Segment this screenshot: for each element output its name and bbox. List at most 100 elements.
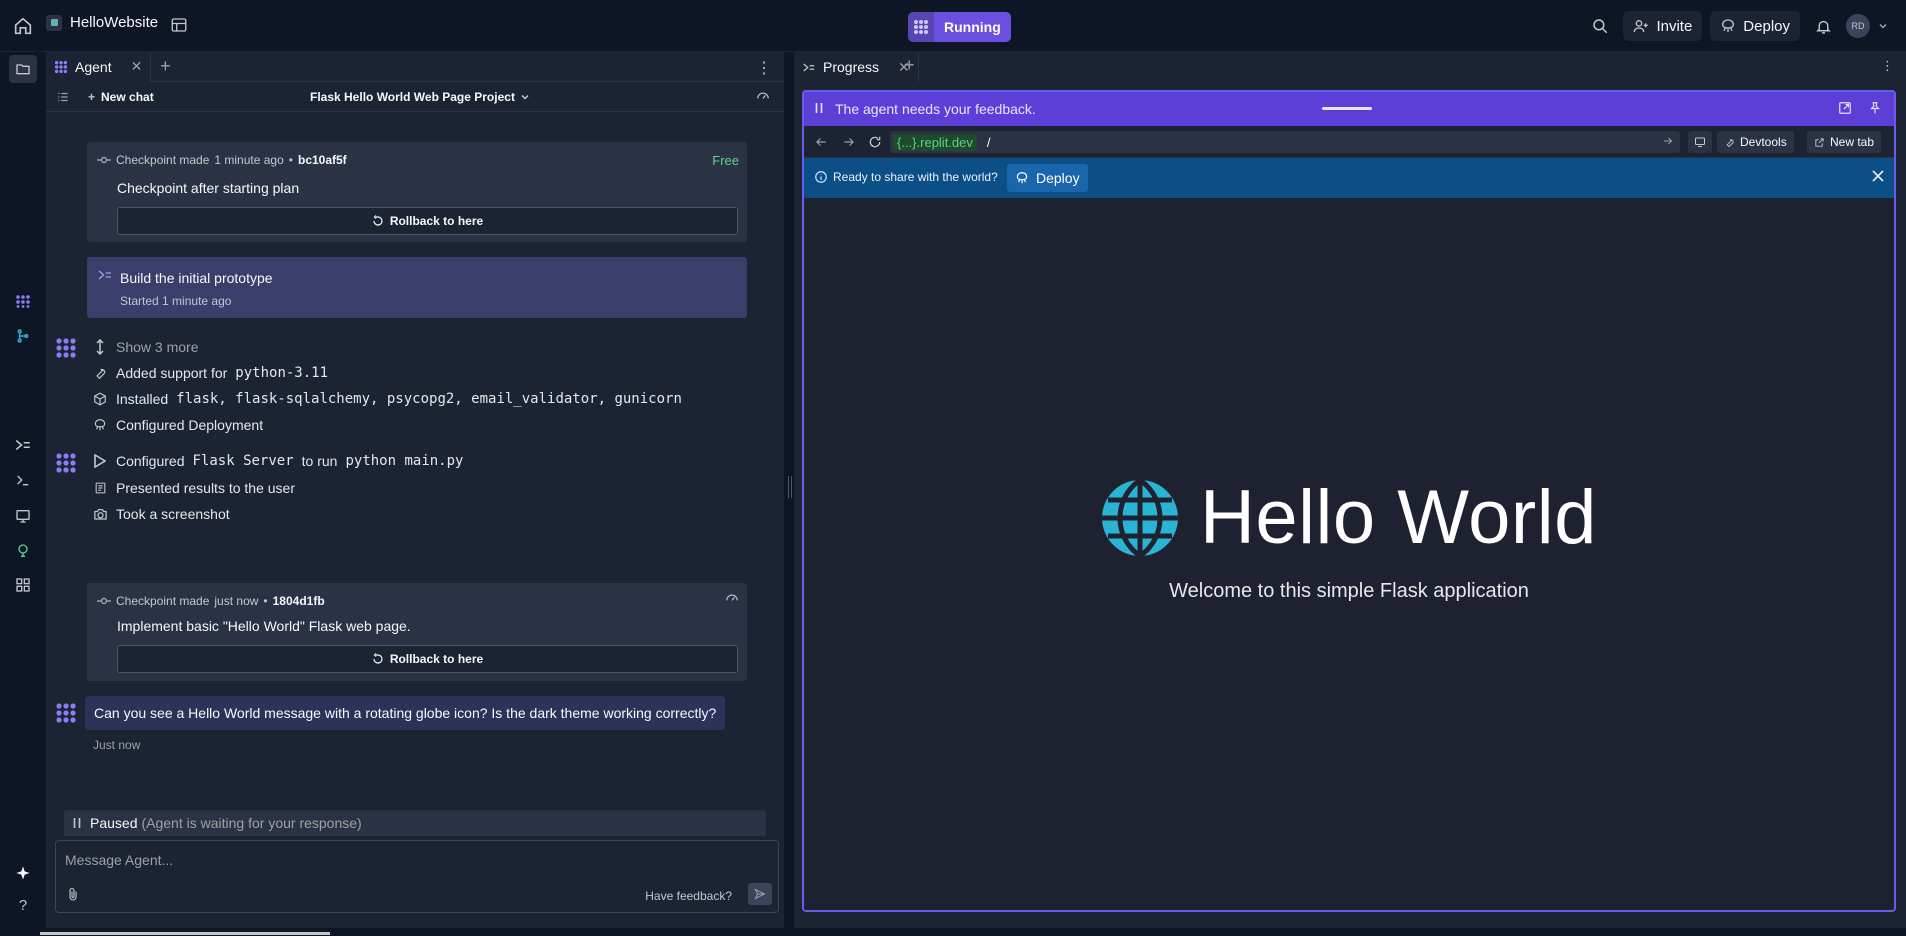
banner-deploy-label: Deploy: [1036, 170, 1080, 186]
devtools-button[interactable]: Devtools: [1717, 131, 1794, 153]
action-text: Took a screenshot: [116, 506, 230, 522]
share-text: Ready to share with the world?: [833, 170, 998, 184]
tab-agent[interactable]: Agent ✕: [46, 51, 152, 82]
git-icon[interactable]: [12, 325, 34, 347]
chat-bar: + New chat Flask Hello World Web Page Pr…: [46, 82, 784, 112]
new-chat-button[interactable]: + New chat: [88, 90, 154, 104]
home-icon[interactable]: [12, 15, 34, 37]
webview-icon[interactable]: [12, 505, 34, 527]
sparkle-icon[interactable]: [12, 862, 34, 884]
search-icon[interactable]: [1585, 11, 1615, 41]
add-tab-icon[interactable]: +: [904, 55, 915, 76]
new-tab-label: New tab: [1830, 135, 1875, 149]
globe-icon: [1102, 479, 1178, 556]
tab-progress-label: Progress: [823, 59, 880, 75]
url-path: /: [986, 134, 991, 150]
deploy-button[interactable]: Deploy: [1710, 11, 1800, 41]
plus-icon: +: [88, 90, 96, 104]
refresh-icon[interactable]: [868, 135, 882, 149]
rollback-label: Rollback to here: [389, 214, 484, 228]
send-button[interactable]: [748, 883, 772, 905]
action-code: python-3.11: [235, 365, 329, 381]
new-tab-button[interactable]: New tab: [1807, 131, 1882, 153]
checkpoint-header: Checkpoint made 1 minute ago • bc10af5f: [97, 153, 347, 167]
progress-panel: Progress ✕ + ⋮ The agent needs your feed…: [794, 52, 1906, 928]
pin-icon[interactable]: [1868, 101, 1882, 115]
tab-progress[interactable]: Progress ✕: [794, 52, 919, 82]
drag-handle[interactable]: [1322, 107, 1372, 110]
deployments-icon[interactable]: [12, 540, 34, 562]
gauge-icon[interactable]: [756, 89, 770, 103]
chevron-down-icon[interactable]: [1878, 21, 1888, 31]
site-heading: Hello World: [1200, 475, 1597, 560]
history-list-icon[interactable]: [56, 90, 70, 104]
layout-icon[interactable]: [170, 16, 188, 34]
browser-nav-bar: {...}.replit.dev / Devtools New tab: [804, 126, 1894, 158]
invite-button[interactable]: Invite: [1623, 11, 1703, 41]
run-button[interactable]: Running: [934, 12, 1011, 42]
scroll-indicator: [40, 932, 330, 935]
more-icon[interactable]: ⋮: [756, 58, 772, 78]
close-icon[interactable]: [1872, 170, 1884, 182]
plan-started-time: 1 minute ago: [162, 294, 232, 308]
chat-title-dropdown[interactable]: Flask Hello World Web Page Project: [310, 90, 530, 104]
apps-grid-icon[interactable]: [12, 574, 34, 596]
action-screenshot: Took a screenshot: [92, 506, 230, 522]
back-arrow-icon[interactable]: [814, 135, 828, 149]
devtools-label: Devtools: [1740, 135, 1787, 149]
go-arrow-icon[interactable]: [1662, 135, 1674, 147]
action-text: Added support for: [116, 365, 228, 381]
plan-card[interactable]: Build the initial prototype Started 1 mi…: [87, 257, 747, 318]
forward-arrow-icon[interactable]: [842, 135, 856, 149]
avatar[interactable]: RD: [1846, 14, 1870, 38]
action-presented: Presented results to the user: [92, 480, 295, 496]
checkpoint-hash: bc10af5f: [297, 153, 347, 167]
bell-icon[interactable]: [1808, 11, 1838, 41]
action-text: Presented results to the user: [116, 480, 295, 496]
add-tab-icon[interactable]: +: [151, 56, 179, 77]
attach-icon[interactable]: [67, 887, 79, 901]
close-icon[interactable]: ✕: [131, 58, 143, 75]
top-bar: HelloWebsite Running Invite Deploy RD: [0, 0, 1906, 52]
project-icon: [46, 14, 62, 31]
project-switcher[interactable]: HelloWebsite: [46, 14, 158, 31]
price-badge: Free: [712, 153, 739, 168]
terminal-icon[interactable]: [12, 469, 34, 491]
rollback-label: Rollback to here: [389, 652, 484, 666]
action-configured-server: Configured Flask Server to run python ma…: [92, 453, 463, 469]
add-user-icon: [1634, 20, 1649, 33]
plan-started: Started 1 minute ago: [120, 294, 231, 308]
panel-resize-handle[interactable]: [788, 476, 792, 498]
feedback-banner: The agent needs your feedback.: [804, 92, 1894, 126]
separator: •: [263, 594, 268, 608]
agent-rail-icon[interactable]: [12, 290, 34, 312]
help-icon[interactable]: ?: [12, 894, 34, 916]
checkpoint-time: 1 minute ago: [214, 153, 284, 167]
device-icon[interactable]: [1688, 131, 1712, 153]
action-text: Configured Deployment: [116, 417, 264, 433]
url-bar[interactable]: {...}.replit.dev /: [890, 131, 1680, 153]
agent-tab-icon: [54, 60, 68, 73]
banner-deploy-button[interactable]: Deploy: [1007, 164, 1088, 192]
url-domain: {...}.replit.dev: [893, 133, 977, 151]
chat-title: Flask Hello World Web Page Project: [310, 90, 515, 104]
run-control[interactable]: Running: [908, 12, 1011, 42]
files-icon[interactable]: [9, 55, 37, 83]
undo-icon: [373, 215, 383, 226]
rollback-button[interactable]: Rollback to here: [117, 207, 738, 235]
more-icon[interactable]: ⋮: [1881, 58, 1894, 74]
action-code: python main.py: [345, 453, 464, 469]
message-input[interactable]: [65, 848, 755, 872]
paused-status: Paused (Agent is waiting for your respon…: [64, 810, 766, 836]
chevron-down-icon: [521, 94, 529, 100]
rollback-button[interactable]: Rollback to here: [117, 645, 738, 673]
popout-icon[interactable]: [1838, 101, 1852, 115]
left-rail: ?: [0, 52, 46, 928]
feedback-link[interactable]: Have feedback?: [645, 889, 732, 903]
camera-icon: [92, 506, 108, 522]
message-timestamp: Just now: [93, 738, 141, 752]
plan-title: Build the initial prototype: [120, 270, 273, 286]
gauge-icon[interactable]: [725, 591, 739, 605]
show-more-button[interactable]: Show 3 more: [92, 339, 198, 355]
progress-rail-icon[interactable]: [12, 434, 34, 456]
